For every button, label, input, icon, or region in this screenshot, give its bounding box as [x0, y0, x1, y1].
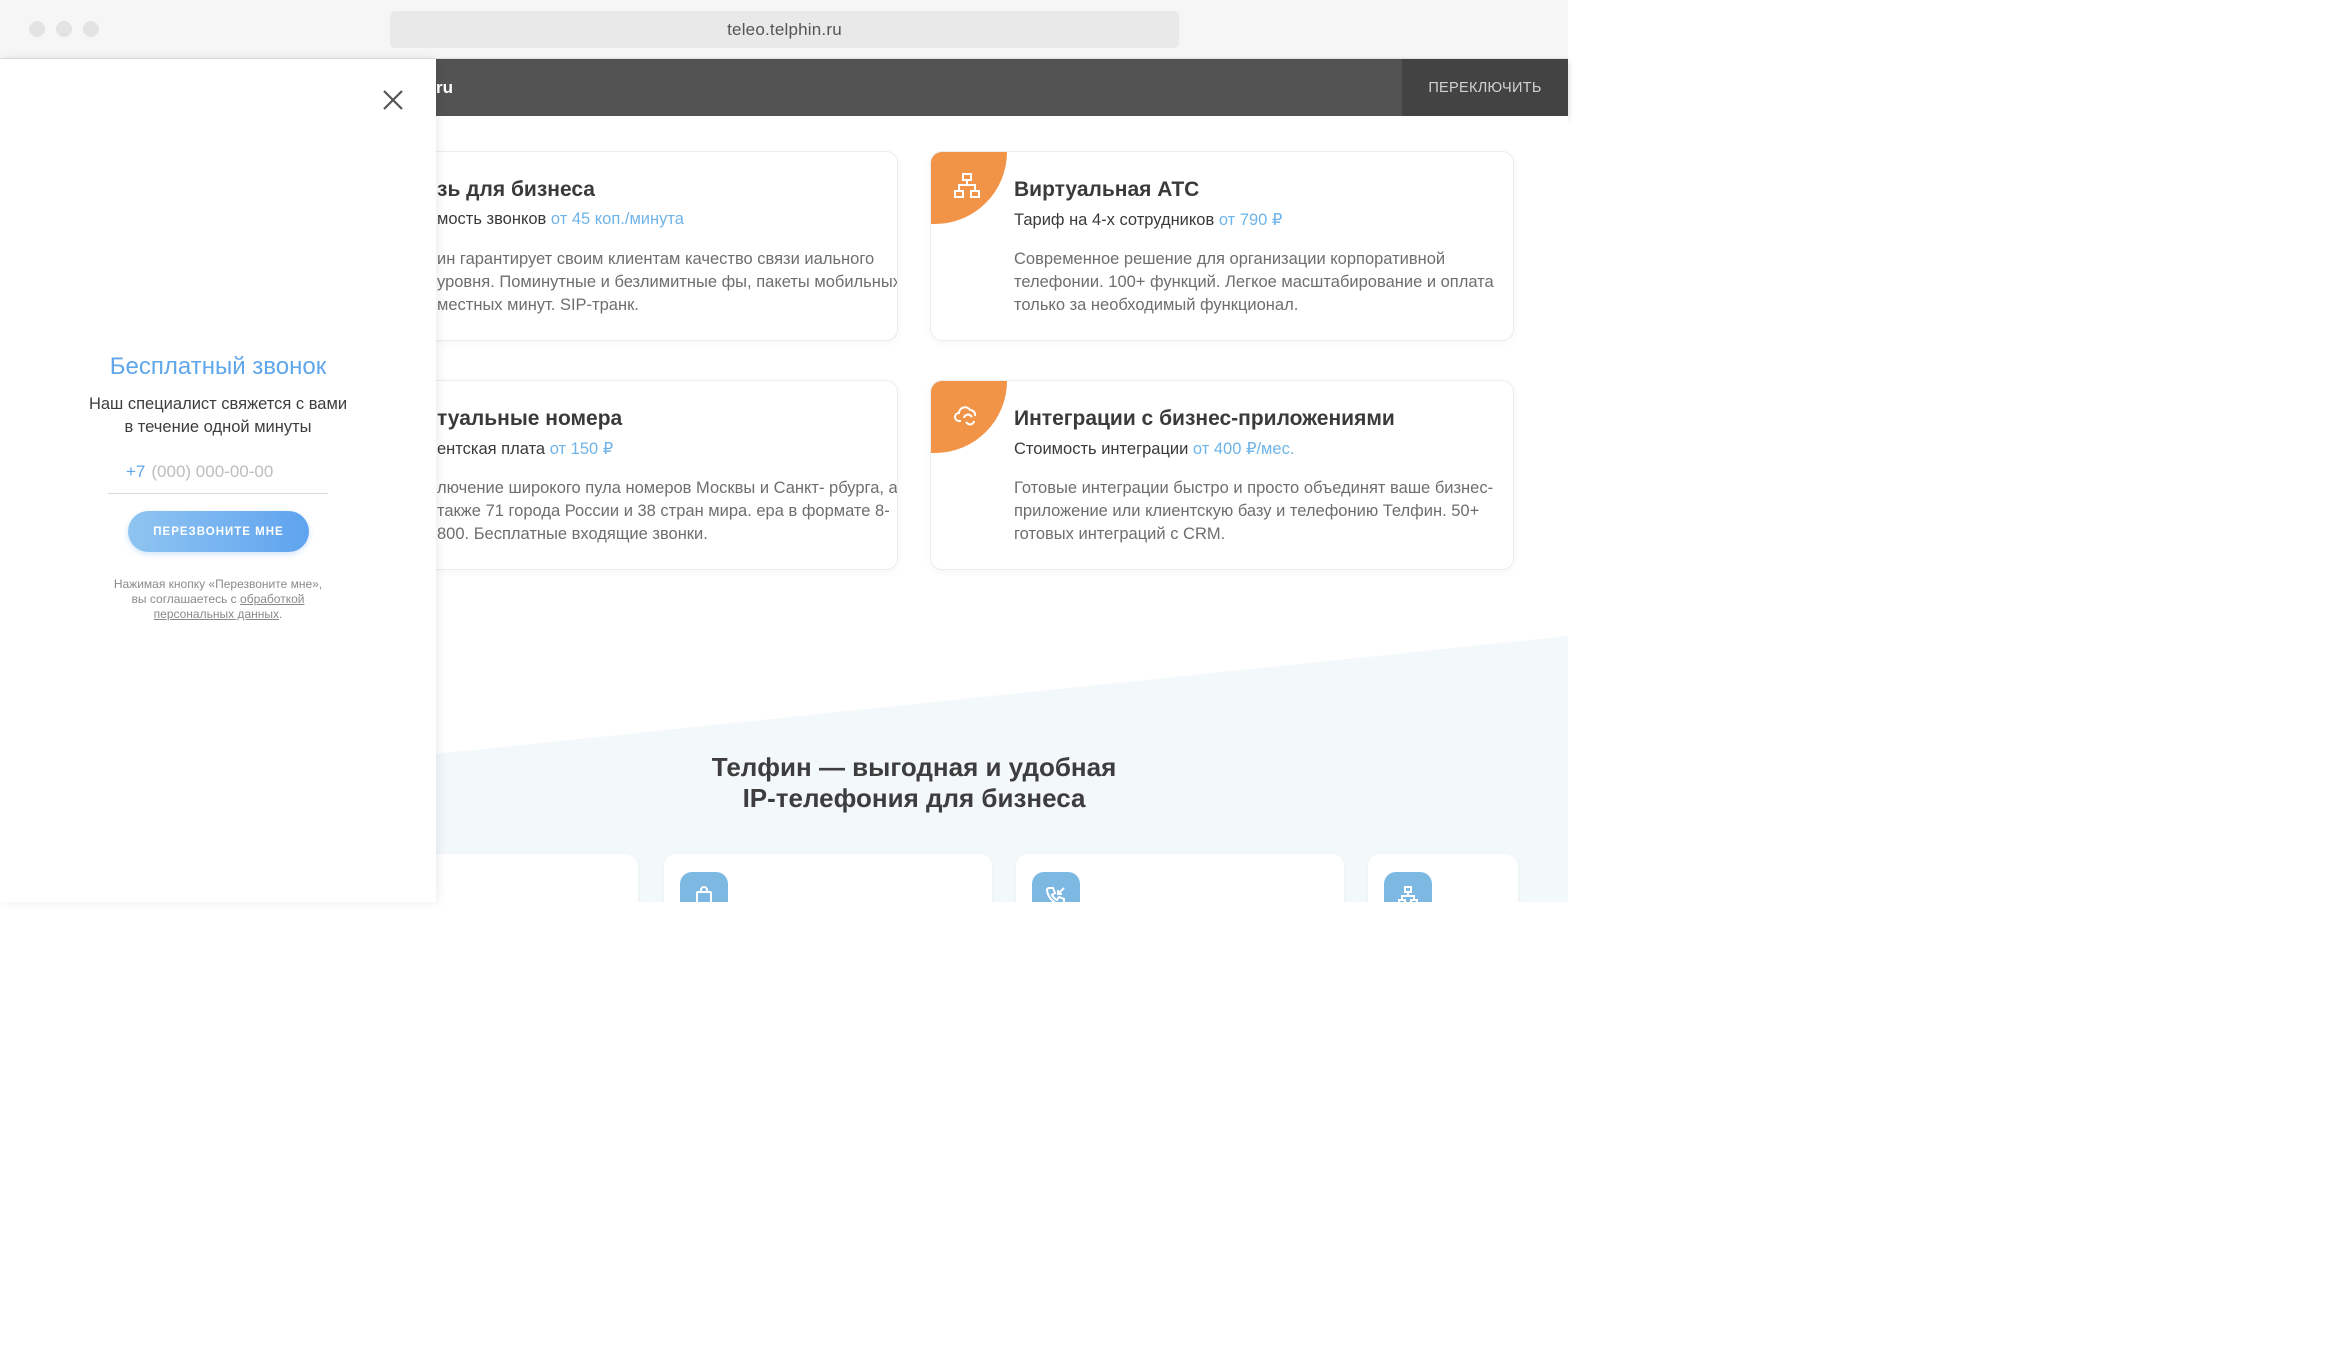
card-subtitle: Тариф на 4-х сотрудников от 790 ₽: [1014, 211, 1283, 229]
browser-chrome: teleo.telphin.ru: [0, 0, 1568, 59]
legal-notice: Нажимая кнопку «Перезвоните мне», вы сог…: [113, 577, 323, 621]
card-title: зь для бизнеса: [437, 178, 595, 201]
window-maximize-dot[interactable]: [83, 21, 99, 37]
card-subtitle: мость звонков от 45 коп./минута: [437, 210, 684, 228]
feature-icon: [1032, 872, 1080, 902]
feature-card[interactable]: [1016, 854, 1344, 902]
phone-prefix: +7: [126, 462, 146, 481]
shopping-bag-icon: [696, 886, 712, 902]
panel-title: Бесплатный звонок: [109, 353, 327, 380]
callback-panel: Бесплатный звонок Наш специалист свяжетс…: [0, 59, 436, 902]
card-badge: [931, 381, 1007, 453]
window-close-dot[interactable]: [29, 21, 45, 37]
cloud-sync-icon: [954, 406, 977, 426]
card-price: от 45 коп./минута: [550, 210, 684, 228]
card-description: Готовые интеграции быстро и просто объед…: [1014, 479, 1494, 543]
card-badge: [931, 152, 1007, 224]
service-card-virtual-pbx[interactable]: Виртуальная АТС Тариф на 4-х сотрудников…: [930, 151, 1514, 341]
phone-placeholder: (000) 000-00-00: [151, 462, 274, 481]
card-subtitle: Стоимость интеграции от 400 ₽/мес.: [1014, 440, 1295, 458]
address-bar[interactable]: teleo.telphin.ru: [390, 11, 1179, 48]
close-icon[interactable]: [380, 87, 406, 113]
card-title: туальные номера: [437, 407, 623, 430]
section-heading: Телфин — выгодная и удобная IP-телефония…: [711, 752, 1117, 813]
network-icon: [1398, 886, 1418, 902]
card-description: лючение широкого пула номеров Москвы и С…: [437, 479, 898, 543]
site-domain-fragment: ru: [436, 78, 453, 97]
window-minimize-dot[interactable]: [56, 21, 72, 37]
privacy-link[interactable]: обработкой: [240, 592, 304, 606]
incoming-call-icon: [1045, 887, 1065, 902]
feature-card[interactable]: [1368, 854, 1518, 902]
card-price: от 150 ₽: [549, 440, 614, 458]
service-card-integrations[interactable]: Интеграции с бизнес-приложениями Стоимос…: [930, 380, 1514, 570]
card-description: Современное решение для организации корп…: [1014, 250, 1494, 314]
call-me-button[interactable]: ПЕРЕЗВОНИТЕ МНЕ: [128, 511, 309, 552]
phone-input[interactable]: +7 (000) 000-00-00: [108, 452, 328, 494]
feature-card[interactable]: [664, 854, 992, 902]
card-subtitle: ентская плата от 150 ₽: [437, 440, 614, 458]
card-price: от 790 ₽: [1218, 211, 1283, 229]
switch-button[interactable]: ПЕРЕКЛЮЧИТЬ: [1402, 59, 1568, 116]
card-price: от 400 ₽/мес.: [1192, 440, 1295, 458]
network-icon: [954, 173, 980, 198]
privacy-link-continued[interactable]: персональных данных: [154, 607, 279, 621]
feature-icon: [680, 872, 728, 902]
card-title: Виртуальная АТС: [1014, 178, 1200, 201]
url-text: teleo.telphin.ru: [727, 19, 842, 39]
card-title: Интеграции с бизнес-приложениями: [1014, 407, 1395, 430]
card-description: ин гарантирует своим клиентам качество с…: [437, 250, 898, 314]
panel-subtitle: Наш специалист свяжется с вами в течение…: [88, 395, 348, 436]
feature-icon: [1384, 872, 1432, 902]
